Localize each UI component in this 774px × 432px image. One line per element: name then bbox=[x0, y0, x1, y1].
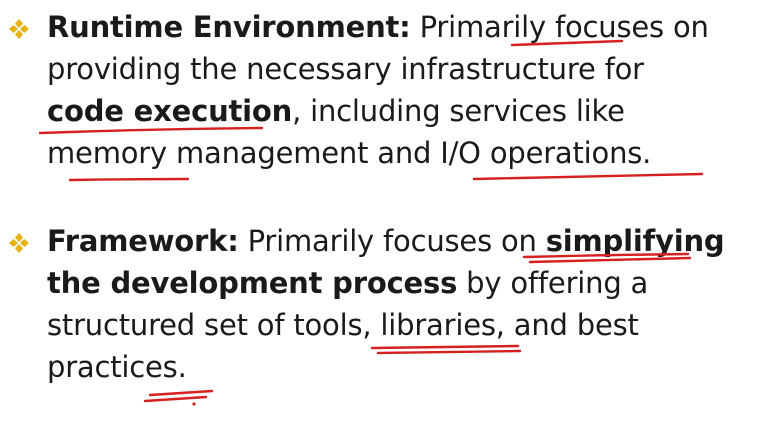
text-segment: by offering a bbox=[457, 266, 649, 300]
diamond-cluster-bullet-icon bbox=[9, 233, 29, 253]
line-3: structured set of tools, libraries, and … bbox=[47, 308, 639, 342]
text-segment: Primarily focuses on bbox=[410, 10, 709, 44]
bold-phrase-simplifying: simplifying bbox=[545, 224, 725, 258]
heading-runtime-environment: Runtime Environment: bbox=[47, 10, 411, 44]
ink-underline-memory bbox=[68, 177, 190, 182]
heading-framework: Framework: bbox=[47, 224, 239, 258]
bold-phrase-development-process: the development process bbox=[47, 266, 458, 300]
line-2: the development process by offering a bbox=[47, 262, 747, 304]
line-1: Framework: Primarily focuses on simplify… bbox=[47, 220, 747, 262]
ink-underline-practices-1 bbox=[148, 389, 214, 397]
slide: Runtime Environment: Primarily focuses o… bbox=[0, 0, 774, 432]
line-4: memory management and I/O operations. bbox=[47, 136, 652, 170]
diamond-cluster-bullet-icon bbox=[9, 19, 29, 39]
text-segment: Primarily focuses on bbox=[238, 224, 546, 258]
text-segment: , including services like bbox=[292, 94, 625, 128]
line-1: Runtime Environment: Primarily focuses o… bbox=[47, 6, 747, 48]
line-4: practices. bbox=[47, 350, 187, 384]
line-2: providing the necessary infrastructure f… bbox=[47, 52, 644, 86]
ink-underline-practices-2 bbox=[143, 395, 208, 403]
bullet-text: Runtime Environment: Primarily focuses o… bbox=[47, 6, 747, 174]
bullet-text: Framework: Primarily focuses on simplify… bbox=[47, 220, 747, 388]
ink-dot bbox=[192, 402, 196, 406]
line-3: code execution, including services like bbox=[47, 90, 747, 132]
ink-underline-io-operations bbox=[472, 172, 704, 181]
bold-phrase-code-execution: code execution bbox=[47, 94, 293, 128]
